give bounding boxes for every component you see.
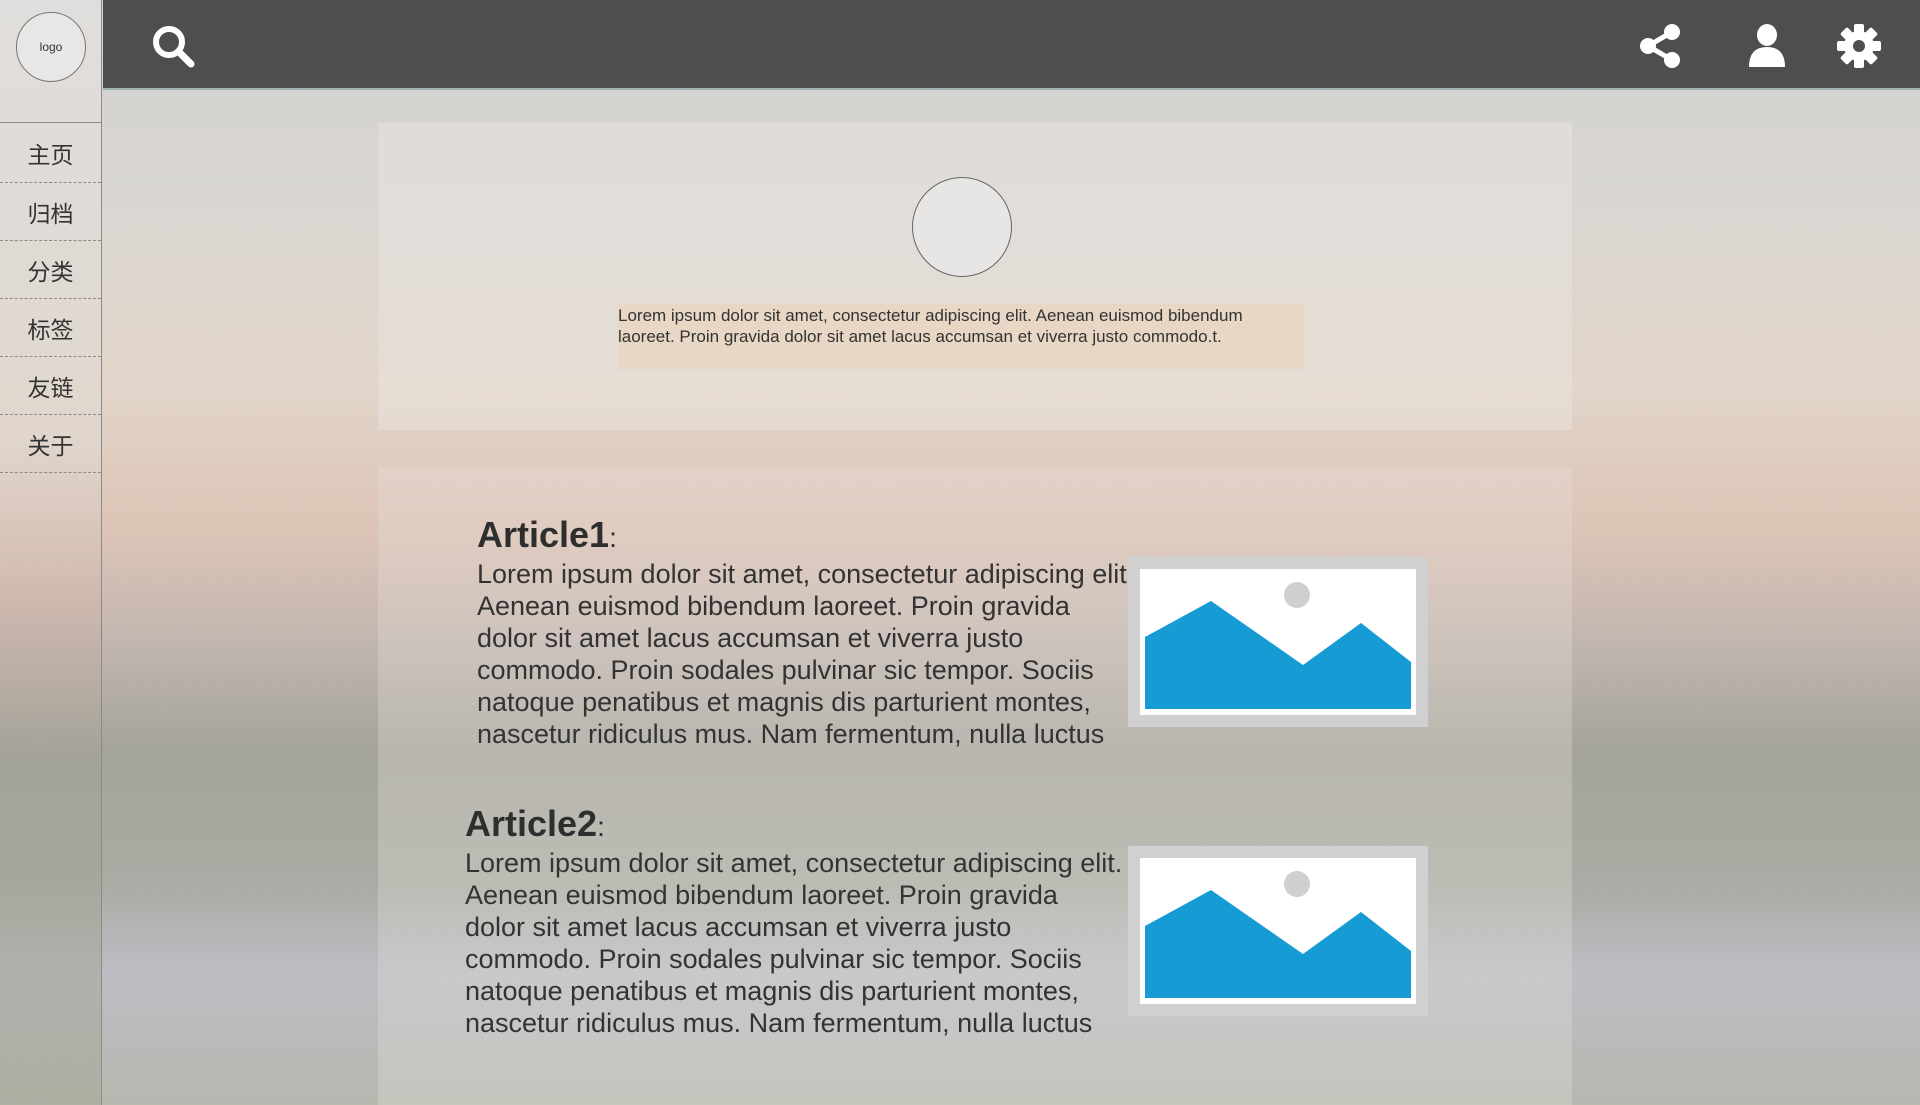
article-title-colon: : (609, 522, 617, 553)
sidebar-item-links[interactable]: 友链 (0, 357, 101, 415)
logo[interactable]: logo (16, 12, 86, 82)
article-title-text: Article2 (465, 804, 598, 844)
search-icon[interactable] (149, 22, 197, 70)
sidebar-item-label: 关于 (27, 433, 74, 460)
article-title[interactable]: Article2: (465, 804, 1125, 847)
sidebar-item-label: 分类 (27, 259, 74, 286)
profile-card: Lorem ipsum dolor sit amet, consectetur … (378, 123, 1572, 430)
sidebar-item-tags[interactable]: 标签 (0, 299, 101, 357)
article-excerpt: Lorem ipsum dolor sit amet, consectetur … (465, 848, 1123, 1041)
article-item[interactable]: Article1: Lorem ipsum dolor sit amet, co… (477, 515, 1137, 752)
article-thumbnail[interactable] (1128, 846, 1428, 1016)
logo-area: logo (0, 0, 101, 123)
sidebar: logo 主页 归档 分类 标签 友链 关于 (0, 0, 102, 1105)
article-item[interactable]: Article2: Lorem ipsum dolor sit amet, co… (465, 804, 1125, 1041)
article-title[interactable]: Article1: (477, 515, 1137, 558)
sidebar-item-categories[interactable]: 分类 (0, 241, 101, 299)
user-icon[interactable] (1743, 22, 1791, 70)
top-bar (103, 0, 1920, 90)
article-title-colon: : (597, 811, 605, 842)
sidebar-item-about[interactable]: 关于 (0, 415, 101, 473)
articles-card: Article1: Lorem ipsum dolor sit amet, co… (378, 467, 1572, 1105)
sidebar-item-label: 归档 (27, 201, 74, 228)
profile-bio: Lorem ipsum dolor sit amet, consectetur … (618, 303, 1304, 369)
sidebar-item-label: 主页 (27, 142, 74, 169)
article-excerpt: Lorem ipsum dolor sit amet, consectetur … (477, 559, 1135, 752)
logo-text: logo (39, 40, 63, 54)
avatar[interactable] (912, 177, 1012, 277)
sidebar-item-label: 标签 (27, 317, 74, 344)
sidebar-item-archive[interactable]: 归档 (0, 183, 101, 241)
article-thumbnail[interactable] (1128, 557, 1428, 727)
gear-icon[interactable] (1835, 22, 1883, 70)
sidebar-item-home[interactable]: 主页 (0, 123, 101, 183)
sidebar-item-label: 友链 (27, 375, 74, 402)
article-title-text: Article1 (477, 515, 610, 555)
share-icon[interactable] (1636, 22, 1684, 70)
